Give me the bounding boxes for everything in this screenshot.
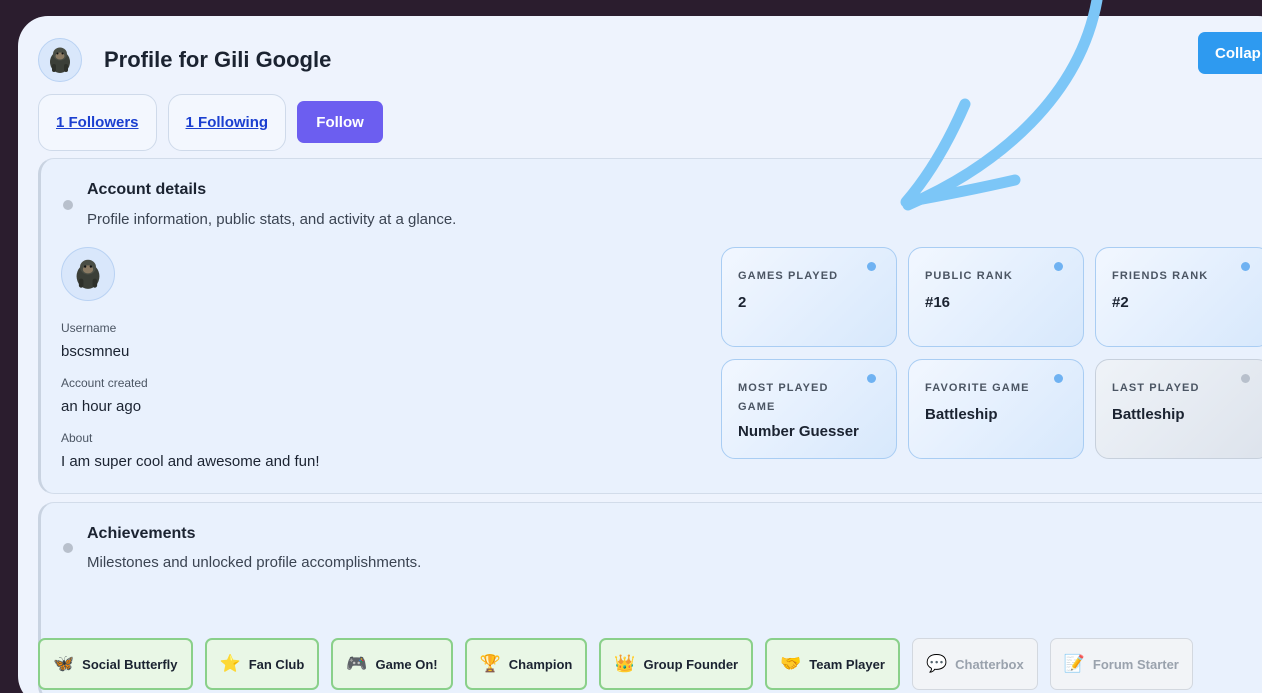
- annotation-arrow: [900, 0, 1103, 211]
